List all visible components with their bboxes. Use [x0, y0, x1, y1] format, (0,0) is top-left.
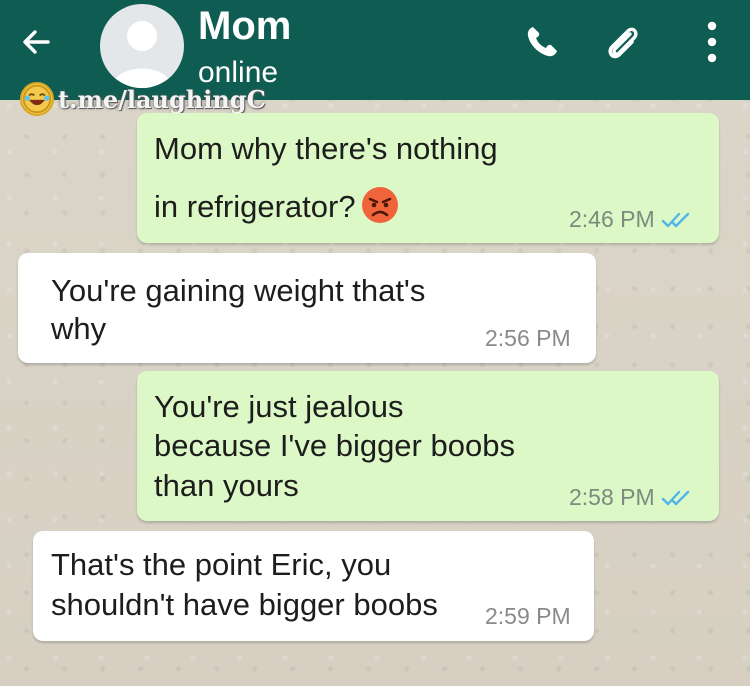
- message-time: 2:56 PM: [485, 325, 571, 351]
- contact-name[interactable]: Mom: [198, 4, 291, 48]
- message-bubble-outgoing[interactable]: Mom why there's nothing in refrigerator?…: [137, 113, 719, 243]
- message-line: than yours: [154, 468, 299, 503]
- watermark-text: t.me/laughingC: [58, 84, 266, 114]
- message-bubble-incoming[interactable]: You're gaining weight that's why 2:56 PM: [18, 253, 596, 363]
- paperclip-icon[interactable]: [600, 20, 644, 64]
- message-bubble-incoming[interactable]: That's the point Eric, you shouldn't hav…: [33, 531, 594, 641]
- message-line: Mom why there's nothing: [154, 131, 498, 166]
- message-line: That's the point Eric, you: [51, 547, 392, 582]
- phone-icon[interactable]: [522, 22, 562, 62]
- message-line: You're just jealous: [154, 389, 404, 424]
- message-line: why: [51, 311, 107, 346]
- angry-face-emoji-icon: [361, 187, 398, 223]
- message-line-with-emoji: in refrigerator?: [154, 187, 400, 229]
- message-time: 2:58 PM: [569, 484, 655, 510]
- message-meta: 2:59 PM: [485, 603, 571, 630]
- message-meta: 2:56 PM: [485, 325, 571, 352]
- message-line: in refrigerator?: [154, 189, 356, 225]
- message-time: 2:46 PM: [569, 206, 655, 232]
- double-check-read-icon: [661, 212, 689, 227]
- message-line: because I've bigger boobs: [154, 428, 515, 463]
- message-bubble-outgoing[interactable]: You're just jealous because I've bigger …: [137, 371, 719, 521]
- back-arrow-icon[interactable]: [18, 24, 54, 60]
- avatar[interactable]: [100, 4, 184, 88]
- message-line: shouldn't have bigger boobs: [51, 587, 438, 622]
- message-time: 2:59 PM: [485, 603, 571, 629]
- more-vert-icon[interactable]: [702, 18, 722, 66]
- avatar-placeholder-icon: [112, 21, 172, 88]
- message-meta: 2:46 PM: [569, 206, 695, 233]
- double-check-read-icon: [661, 490, 689, 505]
- message-line: You're gaining weight that's: [51, 273, 426, 308]
- message-meta: 2:58 PM: [569, 484, 695, 511]
- laughing-emoji-icon: [20, 82, 54, 116]
